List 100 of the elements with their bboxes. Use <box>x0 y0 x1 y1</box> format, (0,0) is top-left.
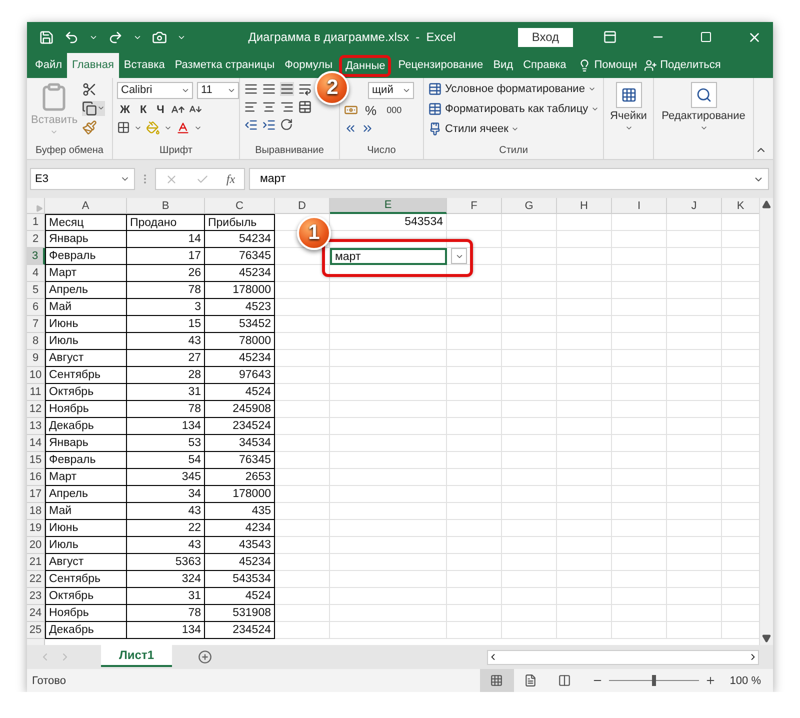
sign-in-button[interactable]: Вход <box>518 28 573 47</box>
row-header[interactable]: 24 <box>27 605 45 622</box>
table-cell: 43543 <box>205 537 275 554</box>
insert-function-button[interactable]: fx <box>226 172 236 187</box>
table-cell: Декабрь <box>45 622 127 640</box>
ribbon-tab[interactable]: Вид <box>488 52 518 78</box>
row-header[interactable]: 15 <box>27 452 45 470</box>
table-cell: Сентябрь <box>45 571 127 588</box>
table-cell: 324 <box>127 571 205 588</box>
help-search[interactable]: Помощн <box>578 58 638 72</box>
table-cell: 76345 <box>205 452 275 470</box>
table-cell: Август <box>45 554 127 572</box>
column-header[interactable]: I <box>612 198 667 214</box>
ribbon-tab[interactable]: Вставка <box>118 52 170 78</box>
styles-menu-button[interactable]: Стили ячеек <box>428 122 600 136</box>
row-header[interactable]: 19 <box>27 520 45 538</box>
table-cell: Февраль <box>45 248 127 266</box>
table-cell: Апрель <box>45 282 127 300</box>
ribbon-tab[interactable]: Главная <box>67 52 119 78</box>
sheet-tab[interactable]: Лист1 <box>101 645 172 668</box>
table-cell: 54 <box>127 452 205 470</box>
table-cell: Ноябрь <box>45 401 127 418</box>
row-header[interactable]: 1 <box>27 214 45 232</box>
row-header[interactable]: 22 <box>27 571 45 588</box>
number-format-field[interactable]: щий <box>368 82 414 99</box>
column-header[interactable]: D <box>275 198 330 214</box>
table-cell: 97643 <box>205 367 275 384</box>
row-header[interactable]: 14 <box>27 435 45 452</box>
table-cell: 26 <box>127 265 205 282</box>
table-cell: 53 <box>127 435 205 452</box>
column-header[interactable]: K <box>722 198 759 214</box>
row-header[interactable]: 23 <box>27 588 45 606</box>
table-cell: Ноябрь <box>45 605 127 622</box>
row-header[interactable]: 20 <box>27 537 45 554</box>
row-header[interactable]: 3 <box>27 248 45 266</box>
table-cell: 15 <box>127 316 205 334</box>
row-header[interactable]: 5 <box>27 282 45 300</box>
table-cell: 4524 <box>205 588 275 606</box>
table-cell: Январь <box>45 435 127 452</box>
window-title: Диаграмма в диаграмме.xlsx - Excel <box>247 30 457 44</box>
font-style-button[interactable]: Ж <box>117 104 133 116</box>
row-header[interactable]: 10 <box>27 367 45 384</box>
ribbon-tab[interactable]: Рецензирование <box>393 52 488 78</box>
column-header[interactable]: A <box>45 198 127 214</box>
name-box[interactable]: E3 <box>30 168 135 190</box>
table-cell: 78000 <box>205 333 275 350</box>
cells-button[interactable]: Ячейки <box>608 82 649 132</box>
column-header[interactable]: E <box>330 198 447 214</box>
formula-field[interactable]: март <box>249 168 769 190</box>
step-badge: 1 <box>297 216 331 250</box>
column-header[interactable]: H <box>557 198 612 214</box>
percent-button[interactable]: % <box>362 102 380 118</box>
table-cell: 4524 <box>205 384 275 402</box>
editing-button[interactable]: Редактирование <box>658 82 749 132</box>
font-style-button[interactable]: К <box>136 104 150 116</box>
table-cell: 27 <box>127 350 205 368</box>
row-header[interactable]: 16 <box>27 469 45 486</box>
row-header[interactable]: 21 <box>27 554 45 572</box>
ribbon-tab[interactable]: Разметка страницы <box>170 52 280 78</box>
table-cell: 22 <box>127 520 205 538</box>
thousands-button[interactable]: 000 <box>384 105 405 116</box>
font-size-field[interactable]: 11 <box>197 82 239 99</box>
table-cell: 78 <box>127 401 205 418</box>
row-header[interactable]: 8 <box>27 333 45 350</box>
row-header[interactable]: 17 <box>27 486 45 504</box>
row-header[interactable]: 25 <box>27 622 45 640</box>
column-header[interactable]: G <box>502 198 557 214</box>
table-cell: 78 <box>127 605 205 622</box>
row-header[interactable]: 9 <box>27 350 45 368</box>
row-header[interactable]: 2 <box>27 231 45 248</box>
table-cell: Месяц <box>45 214 127 232</box>
table-cell: Октябрь <box>45 384 127 402</box>
row-header[interactable]: 4 <box>27 265 45 282</box>
font-style-button[interactable]: Ч <box>154 104 168 116</box>
row-header[interactable]: 7 <box>27 316 45 334</box>
table-cell: Июнь <box>45 316 127 334</box>
column-header[interactable]: F <box>447 198 502 214</box>
table-cell: 28 <box>127 367 205 384</box>
column-header[interactable]: B <box>127 198 205 214</box>
row-header[interactable]: 18 <box>27 503 45 520</box>
column-header[interactable]: C <box>205 198 275 214</box>
styles-menu-button[interactable]: Форматировать как таблицу <box>428 102 600 116</box>
font-name-field[interactable]: Calibri <box>117 82 193 99</box>
table-cell: Май <box>45 503 127 520</box>
column-header[interactable]: J <box>667 198 722 214</box>
row-header[interactable]: 6 <box>27 299 45 316</box>
row-header[interactable]: 11 <box>27 384 45 402</box>
table-cell: Июнь <box>45 520 127 538</box>
table-cell: Декабрь <box>45 418 127 436</box>
styles-menu-button[interactable]: Условное форматирование <box>428 82 600 96</box>
group-label: Шрифт <box>158 145 194 158</box>
table-cell: 45234 <box>205 265 275 282</box>
table-cell: 31 <box>127 588 205 606</box>
ribbon-tab[interactable]: Справка <box>518 52 572 78</box>
share-button[interactable]: Поделиться <box>644 58 721 72</box>
table-cell: Февраль <box>45 452 127 470</box>
table-cell: 5363 <box>127 554 205 572</box>
ribbon-tab[interactable]: Файл <box>30 52 68 78</box>
row-header[interactable]: 12 <box>27 401 45 418</box>
row-header[interactable]: 13 <box>27 418 45 436</box>
